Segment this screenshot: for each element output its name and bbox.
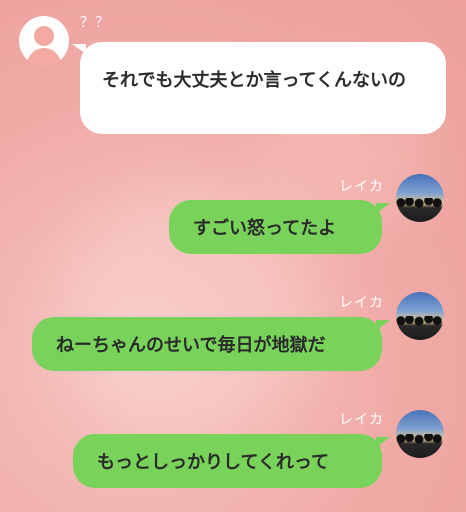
message-text: それでも大丈夫とか言ってくんないの [102,70,407,91]
profile-photo-avatar[interactable] [396,292,444,340]
sender-name: レイカ [339,295,384,311]
avatar-shoulders [27,48,61,66]
message-text: もっとしっかりしてくれって [97,452,330,473]
avatar-head [34,26,54,46]
silhouette-people-icon [396,198,444,222]
user-avatar-icon[interactable] [19,16,69,66]
message-bubble-outgoing[interactable]: すごい怒ってたよ [169,200,390,254]
silhouette-people-icon [396,316,444,340]
message-bubble-outgoing[interactable]: もっとしっかりしてくれって [73,434,390,488]
message-text: すごい怒ってたよ [193,218,337,239]
message-bubble-outgoing[interactable]: ねーちゃんのせいで毎日が地獄だ [32,317,390,371]
message-bubble-incoming[interactable]: それでも大丈夫とか言ってくんないの [72,42,446,134]
profile-photo-avatar[interactable] [396,410,444,458]
sender-name: レイカ [339,179,384,195]
silhouette-people-icon [396,434,444,458]
sender-name: ？？ [80,15,110,31]
message-text: ねーちゃんのせいで毎日が地獄だ [56,335,326,356]
sender-name: レイカ [339,412,384,428]
profile-photo-avatar[interactable] [396,174,444,222]
